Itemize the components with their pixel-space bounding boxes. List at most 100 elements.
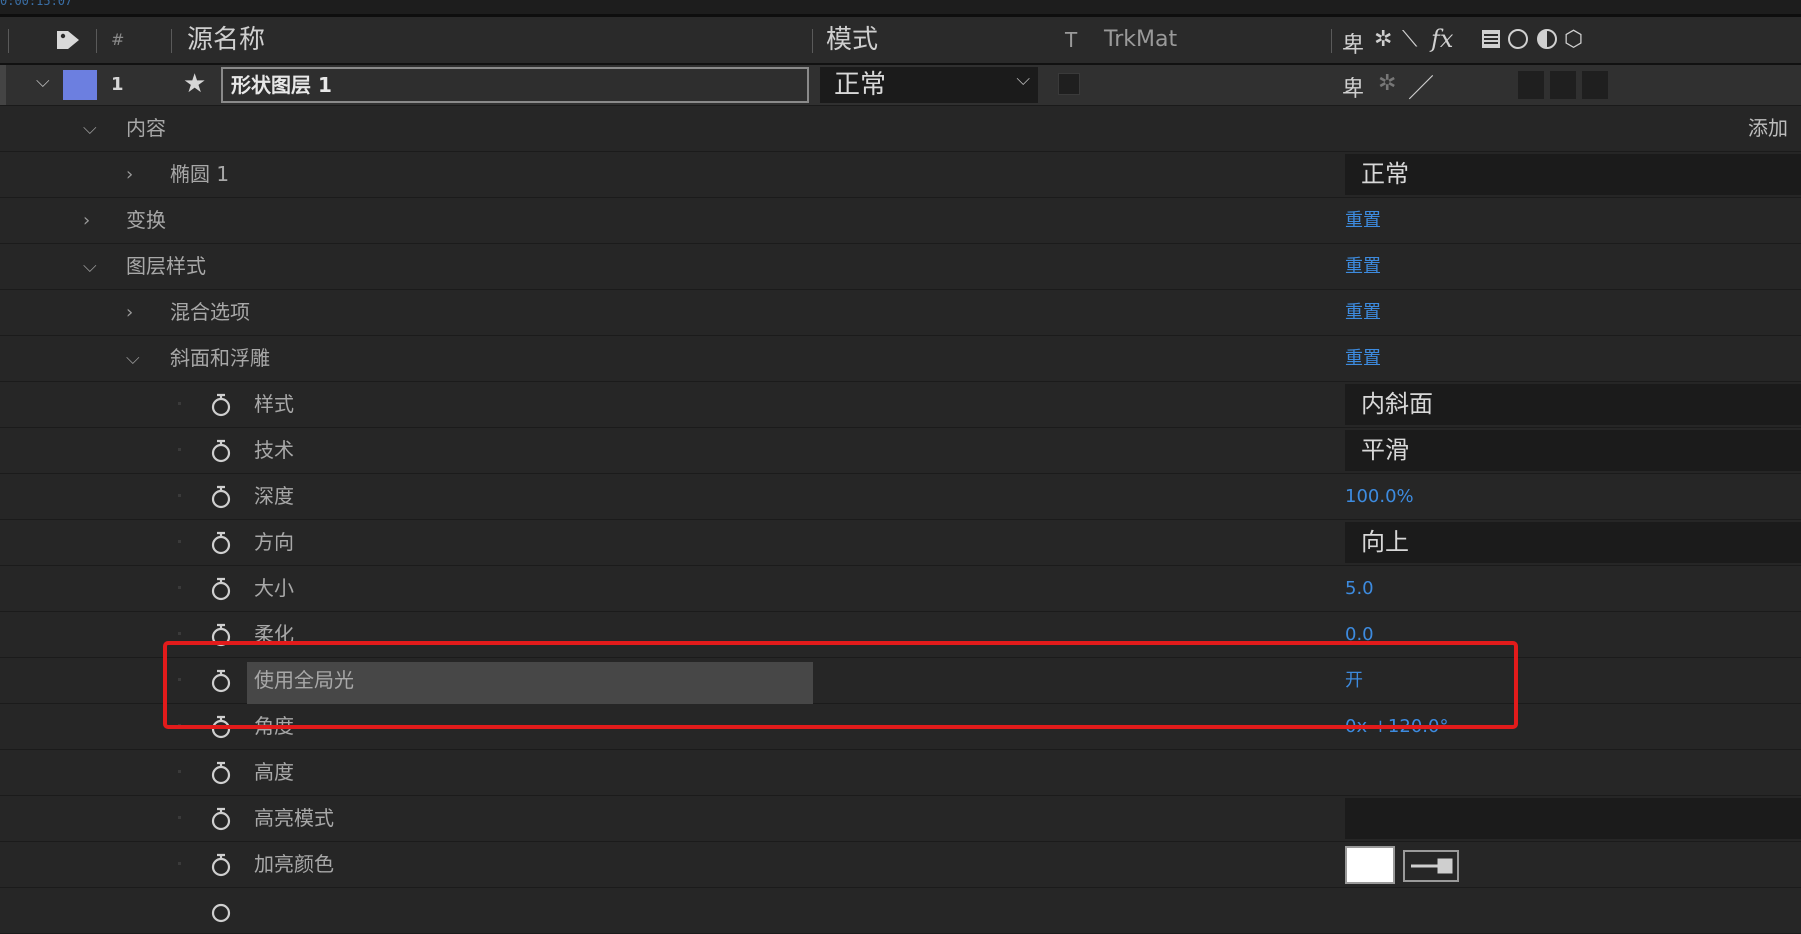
switches-header: 卑 ✲ ⟍ fx ⬡ [1342, 25, 1622, 58]
color-swatch[interactable] [1345, 846, 1395, 884]
stopwatch-icon[interactable] [210, 577, 232, 601]
style-dropdown[interactable]: 内斜面 [1345, 384, 1801, 425]
property-label: 高度 [254, 760, 294, 784]
highlight-mode-dropdown[interactable] [1345, 798, 1801, 839]
property-row-direction[interactable]: 方向 向上 [0, 520, 1801, 566]
tree-dot [178, 402, 181, 405]
size-value[interactable]: 5.0 [1345, 566, 1374, 611]
motion-blur-icon[interactable] [1508, 29, 1528, 49]
property-row-technique[interactable]: 技术 平滑 [0, 428, 1801, 474]
blend-mode-dropdown[interactable]: 正常 [1345, 154, 1801, 195]
property-row-size[interactable]: 大小 5.0 [0, 566, 1801, 612]
chevron-right-icon[interactable]: › [83, 198, 90, 243]
column-divider[interactable] [1331, 29, 1332, 53]
reset-link[interactable]: 重置 [1345, 336, 1381, 381]
column-divider[interactable] [8, 29, 9, 53]
stopwatch-icon[interactable] [210, 439, 232, 463]
stopwatch-icon[interactable] [210, 761, 232, 785]
property-label: 椭圆 1 [170, 162, 230, 186]
layer-name-field[interactable]: 形状图层 1 [221, 67, 809, 103]
stopwatch-icon[interactable] [210, 393, 232, 417]
chevron-down-icon[interactable]: ⌵ [83, 106, 97, 151]
timecode-strip: 0:00:15:07 [0, 0, 1801, 17]
trkmat-checkbox[interactable] [1058, 73, 1080, 95]
eyedropper-icon[interactable] [1403, 850, 1459, 882]
reset-link[interactable]: 重置 [1345, 290, 1381, 335]
property-label: 样式 [254, 392, 294, 416]
property-row-altitude[interactable]: 高度 [0, 750, 1801, 796]
switch-box[interactable] [1550, 71, 1576, 99]
switch-box[interactable] [1582, 71, 1608, 99]
label-tag-icon[interactable] [55, 28, 81, 52]
depth-value[interactable]: 100.0% [1345, 474, 1414, 519]
property-row-contents[interactable]: ⌵ 内容 添加 [0, 106, 1801, 152]
mode-column-header[interactable]: 模式 [826, 17, 878, 63]
fx-icon[interactable]: fx [1431, 25, 1453, 53]
shy-switch-icon[interactable]: 卑 [1342, 71, 1364, 103]
stopwatch-icon[interactable] [210, 807, 232, 831]
adjustment-icon[interactable] [1537, 29, 1557, 49]
property-label: 加亮颜色 [254, 852, 334, 876]
layer-row[interactable]: ⌵ 1 ★ 形状图层 1 正常 ⌵ 卑 ✲ ／ [0, 65, 1801, 106]
layer-number: 1 [111, 74, 124, 95]
property-row-transform[interactable]: › 变换 重置 [0, 198, 1801, 244]
chevron-down-icon[interactable]: ⌵ [36, 71, 50, 92]
number-column-header[interactable]: # [111, 17, 124, 63]
quality-icon[interactable]: ⟍ [1402, 27, 1417, 52]
property-row-highlight-color[interactable]: 加亮颜色 [0, 842, 1801, 888]
property-row-style[interactable]: 样式 内斜面 [0, 382, 1801, 428]
technique-dropdown[interactable]: 平滑 [1345, 430, 1801, 471]
property-label: 技术 [254, 438, 294, 462]
direction-dropdown[interactable]: 向上 [1345, 522, 1801, 563]
property-label: 方向 [254, 530, 294, 554]
collapse-icon[interactable]: ✲ [1374, 27, 1392, 52]
3d-cube-icon[interactable]: ⬡ [1564, 27, 1583, 52]
layer-color-label[interactable] [63, 70, 97, 100]
property-label: 斜面和浮雕 [170, 346, 270, 370]
shy-icon[interactable]: 卑 [1342, 27, 1364, 59]
property-row-partial [0, 888, 1801, 934]
property-row-blending-options[interactable]: › 混合选项 重置 [0, 290, 1801, 336]
column-divider[interactable] [171, 29, 172, 53]
property-row-highlight-mode[interactable]: 高亮模式 [0, 796, 1801, 842]
chevron-right-icon[interactable]: › [126, 290, 133, 335]
stopwatch-icon[interactable] [210, 853, 232, 877]
property-row-ellipse[interactable]: › 椭圆 1 正常 [0, 152, 1801, 198]
add-menu-button[interactable]: 添加 [1748, 106, 1788, 151]
property-label: 使用全局光 [254, 668, 354, 692]
property-row-bevel-emboss[interactable]: ⌵ 斜面和浮雕 重置 [0, 336, 1801, 382]
tree-dot [178, 770, 181, 773]
tree-dot [178, 862, 181, 865]
collapse-switch-icon[interactable]: ✲ [1378, 71, 1396, 96]
layer-left-edge [0, 65, 6, 105]
stopwatch-icon[interactable] [210, 531, 232, 555]
frame-blend-icon[interactable] [1482, 30, 1500, 48]
quality-switch-icon[interactable]: ／ [1408, 68, 1434, 105]
tree-dot [178, 494, 181, 497]
switch-box[interactable] [1518, 71, 1544, 99]
property-label: 内容 [126, 116, 166, 140]
reset-link[interactable]: 重置 [1345, 198, 1381, 243]
chevron-down-icon[interactable]: ⌵ [83, 244, 97, 289]
chevron-right-icon[interactable]: › [126, 152, 133, 197]
property-label: 混合选项 [170, 300, 250, 324]
property-label: 深度 [254, 484, 294, 508]
source-name-column-header[interactable]: 源名称 [187, 17, 265, 63]
layer-mode-dropdown[interactable]: 正常 ⌵ [820, 67, 1038, 103]
column-divider[interactable] [812, 29, 813, 53]
chevron-down-icon: ⌵ [1016, 69, 1030, 90]
column-divider[interactable] [96, 29, 97, 53]
property-row-depth[interactable]: 深度 100.0% [0, 474, 1801, 520]
t-column-header[interactable]: T [1065, 17, 1077, 63]
property-label: 大小 [254, 576, 294, 600]
trkmat-column-header[interactable]: TrkMat [1104, 17, 1177, 63]
timecode[interactable]: 0:00:15:07 [0, 0, 72, 8]
chevron-down-icon[interactable]: ⌵ [126, 336, 140, 381]
layer-name: 形状图层 1 [231, 73, 332, 97]
tree-dot [178, 816, 181, 819]
stopwatch-icon[interactable] [210, 485, 232, 509]
tree-dot [178, 586, 181, 589]
reset-link[interactable]: 重置 [1345, 244, 1381, 289]
property-row-layer-styles[interactable]: ⌵ 图层样式 重置 [0, 244, 1801, 290]
property-label: 图层样式 [126, 254, 206, 278]
